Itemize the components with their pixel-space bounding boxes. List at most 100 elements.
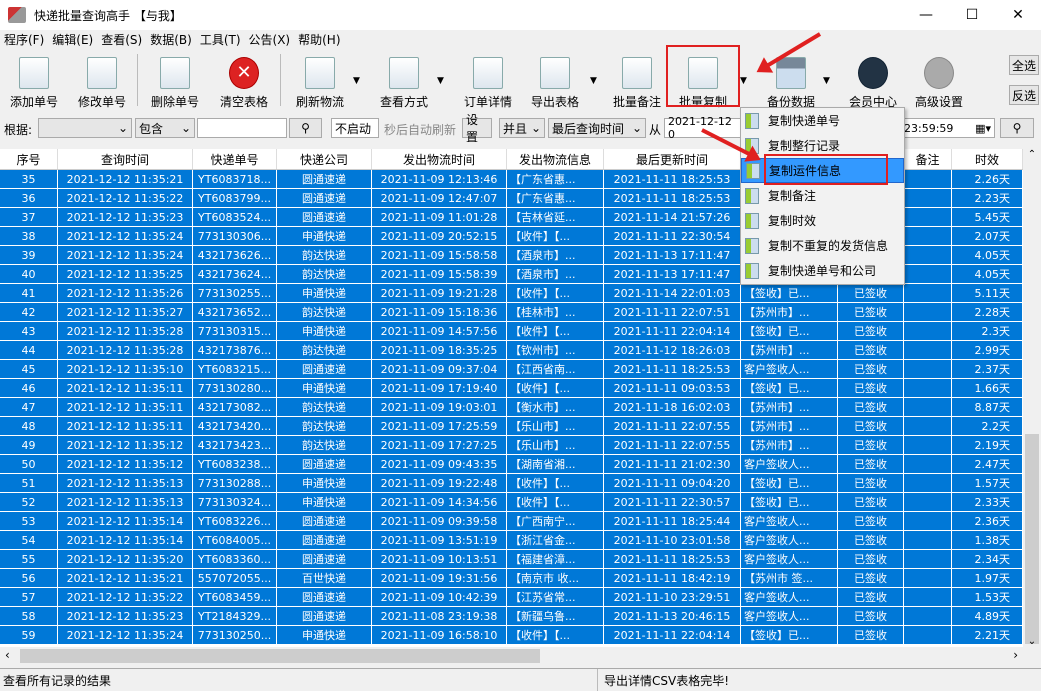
table-cell: 【苏州市】...: [741, 417, 838, 435]
dropdown-arrow-icon[interactable]: ▼: [590, 76, 597, 86]
dropdown-arrow-icon[interactable]: ▼: [823, 76, 830, 86]
table-row[interactable]: 58 2021-12-12 11:35:23 YT2184329... 圆通速递 202…: [0, 607, 1023, 626]
toolbar-button-2[interactable]: 删除单号: [140, 52, 210, 110]
table-row[interactable]: 55 2021-12-12 11:35:20 YT6083360... 圆通速递 202…: [0, 550, 1023, 569]
scroll-up-icon[interactable]: ⌃: [1023, 149, 1041, 160]
toolbar-button-5[interactable]: 查看方式: [368, 52, 440, 110]
menu-item[interactable]: 编辑(E): [52, 31, 93, 48]
table-row[interactable]: 45 2021-12-12 11:35:10 YT6083215... 圆通速递 202…: [0, 360, 1023, 379]
column-header[interactable]: 最后更新时间: [604, 149, 741, 169]
toolbar-button-6[interactable]: 订单详情: [454, 52, 522, 110]
menu-item-copy[interactable]: 复制不重复的发货信息: [741, 233, 904, 258]
scroll-right-icon[interactable]: ›: [1013, 648, 1018, 662]
table-cell: 【签收】已...: [741, 474, 838, 492]
operator-select[interactable]: 包含 ⌄: [135, 118, 195, 138]
scroll-left-icon[interactable]: ‹: [5, 648, 10, 662]
select-all-button[interactable]: 全选: [1009, 55, 1039, 75]
table-cell: 2.3天: [952, 322, 1023, 340]
table-cell: 2021-11-11 21:02:30: [604, 455, 741, 473]
toolbar-button-10[interactable]: 备份数据: [758, 52, 824, 110]
table-cell: 1.66天: [952, 379, 1023, 397]
toolbar-button-7[interactable]: 导出表格: [522, 52, 588, 110]
menu-item[interactable]: 数据(B): [150, 31, 192, 48]
vertical-scrollbar[interactable]: ⌃ ⌄: [1023, 149, 1041, 647]
table-row[interactable]: 56 2021-12-12 11:35:21 557072055... 百世快递 202…: [0, 569, 1023, 588]
table-row[interactable]: 51 2021-12-12 11:35:13 773130288... 申通快递 202…: [0, 474, 1023, 493]
menu-item[interactable]: 查看(S): [101, 31, 142, 48]
table-cell: 46: [0, 379, 58, 397]
calendar-icon[interactable]: ▦▾: [975, 122, 991, 135]
table-cell: 773130288...: [193, 474, 277, 492]
menu-item[interactable]: 帮助(H): [298, 31, 340, 48]
toolbar-button-0[interactable]: 添加单号: [0, 52, 68, 110]
table-row[interactable]: 52 2021-12-12 11:35:13 773130324... 申通快递 202…: [0, 493, 1023, 512]
logic-select[interactable]: 并且 ⌄: [499, 118, 545, 138]
menu-item[interactable]: 公告(X): [249, 31, 291, 48]
invert-selection-button[interactable]: 反选: [1009, 85, 1039, 105]
dropdown-arrow-icon[interactable]: ▼: [353, 76, 360, 86]
table-row[interactable]: 53 2021-12-12 11:35:14 YT6083226... 圆通速递 202…: [0, 512, 1023, 531]
dropdown-arrow-icon[interactable]: ▼: [437, 76, 444, 86]
time-field-select[interactable]: 最后查询时间 ⌄: [548, 118, 646, 138]
table-row[interactable]: 43 2021-12-12 11:35:28 773130315... 申通快递 202…: [0, 322, 1023, 341]
toolbar-button-11[interactable]: 会员中心: [840, 52, 906, 110]
table-row[interactable]: 47 2021-12-12 11:35:11 432173082... 韵达快递 202…: [0, 398, 1023, 417]
menu-item-copy[interactable]: 复制快递单号和公司: [741, 258, 904, 283]
table-row[interactable]: 59 2021-12-12 11:35:24 773130250... 申通快递 202…: [0, 626, 1023, 645]
table-row[interactable]: 49 2021-12-12 11:35:12 432173423... 韵达快递 202…: [0, 436, 1023, 455]
maximize-button[interactable]: ☐: [949, 0, 995, 30]
table-cell: 【江西省南...: [507, 360, 604, 378]
field-select[interactable]: ⌄: [38, 118, 132, 138]
search-input[interactable]: [197, 118, 287, 138]
table-row[interactable]: 57 2021-12-12 11:35:22 YT6083459... 圆通速递 202…: [0, 588, 1023, 607]
table-cell: 【乐山市】...: [507, 436, 604, 454]
toolbar-button-8[interactable]: 批量备注: [604, 52, 670, 110]
menu-item-copy[interactable]: 复制时效: [741, 208, 904, 233]
table-cell: 2021-12-12 11:35:20: [58, 550, 193, 568]
table-cell: 【收件】【...: [507, 379, 604, 397]
minimize-button[interactable]: —: [903, 0, 949, 30]
menu-bar: 程序(F) 编辑(E) 查看(S) 数据(B) 工具(T) 公告(X) 帮助(H): [0, 30, 1041, 49]
table-row[interactable]: 46 2021-12-12 11:35:11 773130280... 申通快递 202…: [0, 379, 1023, 398]
to-date-input[interactable]: 23:59:59 ▦▾: [900, 118, 995, 138]
table-row[interactable]: 41 2021-12-12 11:35:26 773130255... 申通快递 202…: [0, 284, 1023, 303]
table-row[interactable]: 54 2021-12-12 11:35:14 YT6084005... 圆通速递 202…: [0, 531, 1023, 550]
table-row[interactable]: 48 2021-12-12 11:35:11 432173420... 韵达快递 202…: [0, 417, 1023, 436]
column-header[interactable]: 查询时间: [58, 149, 193, 169]
table-cell: 【收件】【...: [507, 284, 604, 302]
table-row[interactable]: 50 2021-12-12 11:35:12 YT6083238... 圆通速递 202…: [0, 455, 1023, 474]
toolbar-button-4[interactable]: 刷新物流: [282, 52, 358, 110]
close-button[interactable]: ✕: [995, 0, 1041, 30]
clear-icon: ✕: [229, 57, 259, 89]
dropdown-arrow-icon[interactable]: ▼: [740, 76, 747, 86]
horizontal-scrollbar[interactable]: ‹ ›: [0, 647, 1023, 665]
copy-icon: [745, 112, 759, 129]
toolbar-button-1[interactable]: 修改单号: [68, 52, 136, 110]
horizontal-scroll-thumb[interactable]: [20, 649, 540, 663]
vertical-scroll-thumb[interactable]: [1025, 434, 1039, 644]
toolbar-button-12[interactable]: 高级设置: [904, 52, 974, 110]
table-cell: [904, 531, 952, 549]
column-header[interactable]: 发出物流信息: [507, 149, 604, 169]
toolbar-button-3[interactable]: ✕ 清空表格: [210, 52, 278, 110]
table-cell: 申通快递: [277, 227, 372, 245]
auto-refresh-input[interactable]: 不启动: [331, 118, 379, 138]
column-header[interactable]: 序号: [0, 149, 58, 169]
table-row[interactable]: 44 2021-12-12 11:35:28 432173876... 韵达快递 202…: [0, 341, 1023, 360]
menu-item-copy[interactable]: 复制备注: [741, 183, 904, 208]
menu-item[interactable]: 程序(F): [4, 31, 44, 48]
table-cell: 2021-11-09 15:18:36: [372, 303, 507, 321]
column-header[interactable]: 时效: [952, 149, 1023, 169]
column-header[interactable]: 发出物流时间: [372, 149, 507, 169]
column-header[interactable]: 快递公司: [277, 149, 372, 169]
column-header[interactable]: 备注: [904, 149, 952, 169]
search-button[interactable]: ⚲: [289, 118, 322, 138]
date-search-button[interactable]: ⚲: [1000, 118, 1034, 138]
scroll-down-icon[interactable]: ⌄: [1023, 636, 1041, 647]
settings-button[interactable]: 设置: [462, 113, 492, 144]
table-cell: 2021-11-11 22:30:57: [604, 493, 741, 511]
menu-item-copy[interactable]: 复制快递单号: [741, 108, 904, 133]
table-row[interactable]: 42 2021-12-12 11:35:27 432173652... 韵达快递 202…: [0, 303, 1023, 322]
menu-item[interactable]: 工具(T): [200, 31, 241, 48]
column-header[interactable]: 快递单号: [193, 149, 277, 169]
